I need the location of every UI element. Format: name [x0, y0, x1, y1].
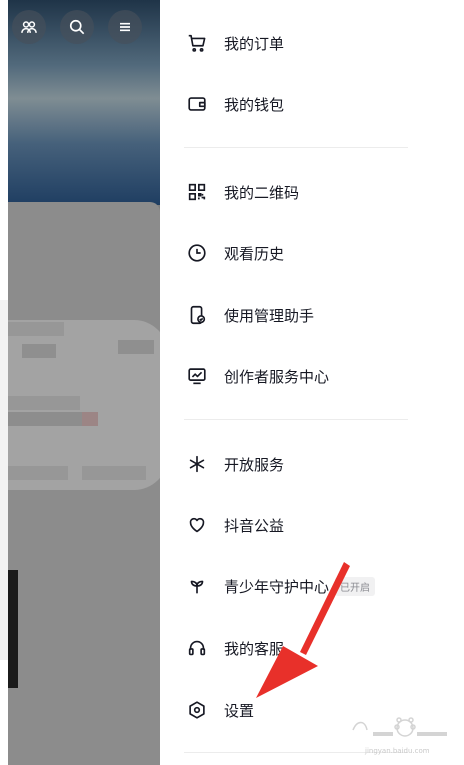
monitor-chart-icon	[184, 363, 210, 389]
blurred-block	[8, 412, 82, 426]
side-drawer-menu: 我的订单 我的钱包 我的二维码 观看历史 使用管理助手 创作者服务中心 开放服务…	[160, 0, 464, 765]
menu-item-settings[interactable]: 设置	[184, 690, 254, 730]
background-feed-pane	[0, 0, 160, 765]
watermark-text: jingyan.baidu.com	[365, 747, 430, 755]
menu-item-history[interactable]: 观看历史	[184, 233, 284, 273]
phone-check-icon	[184, 302, 210, 328]
menu-item-label: 观看历史	[224, 244, 285, 263]
friends-icon[interactable]	[12, 10, 46, 44]
blurred-block	[22, 344, 56, 358]
menu-item-label: 开放服务	[224, 455, 285, 474]
menu-item-label: 我的二维码	[224, 183, 300, 202]
blurred-block	[8, 396, 80, 410]
blurred-block	[8, 322, 64, 336]
blurred-block	[82, 412, 98, 426]
blurred-block	[118, 340, 154, 354]
screen-edge	[0, 300, 8, 660]
asterisk-icon	[184, 451, 210, 477]
menu-divider	[184, 419, 408, 420]
menu-item-youth-protection[interactable]: 青少年守护中心 已开启	[184, 566, 376, 606]
heart-icon	[184, 512, 210, 538]
blurred-block	[8, 466, 68, 480]
menu-item-creator-center[interactable]: 创作者服务中心	[184, 356, 329, 396]
menu-item-label: 我的钱包	[224, 95, 285, 114]
menu-item-open-service[interactable]: 开放服务	[184, 444, 284, 484]
headset-icon	[184, 635, 210, 661]
blurred-block	[82, 466, 146, 480]
menu-item-qrcode[interactable]: 我的二维码	[184, 172, 299, 212]
menu-item-usage-manager[interactable]: 使用管理助手	[184, 295, 314, 335]
menu-item-label: 设置	[224, 701, 255, 720]
menu-item-orders[interactable]: 我的订单	[184, 23, 284, 63]
hexagon-settings-icon	[184, 697, 210, 723]
menu-item-charity[interactable]: 抖音公益	[184, 505, 284, 545]
menu-item-label: 抖音公益	[224, 516, 285, 535]
search-icon[interactable]	[60, 10, 94, 44]
cart-icon	[184, 30, 210, 56]
menu-item-label: 创作者服务中心	[224, 367, 330, 386]
menu-item-customer-service[interactable]: 我的客服	[184, 628, 284, 668]
menu-item-wallet[interactable]: 我的钱包	[184, 84, 284, 124]
clock-icon	[184, 240, 210, 266]
wallet-icon	[184, 91, 210, 117]
menu-icon[interactable]	[108, 10, 142, 44]
sprout-icon	[184, 573, 210, 599]
menu-item-label: 我的订单	[224, 34, 285, 53]
menu-item-label: 使用管理助手	[224, 306, 315, 325]
menu-item-label: 我的客服	[224, 639, 285, 658]
qrcode-icon	[184, 179, 210, 205]
menu-item-label: 青少年守护中心	[224, 577, 330, 596]
menu-divider	[184, 147, 408, 148]
status-badge: 已开启	[335, 576, 376, 596]
